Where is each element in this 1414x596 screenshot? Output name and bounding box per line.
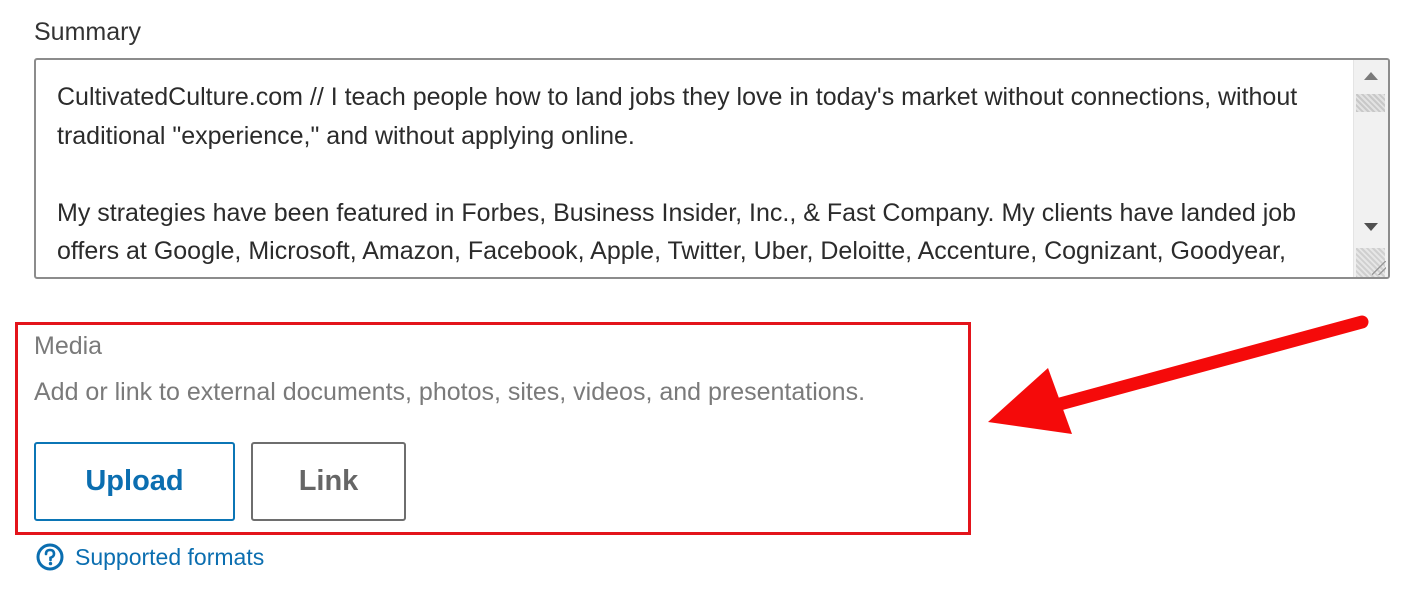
- summary-textarea[interactable]: CultivatedCulture.com // I teach people …: [34, 58, 1390, 279]
- media-label: Media: [34, 332, 103, 360]
- link-button[interactable]: Link: [251, 442, 406, 521]
- question-circle-icon: [36, 543, 64, 571]
- upload-button[interactable]: Upload: [34, 442, 235, 521]
- summary-label: Summary: [34, 18, 141, 46]
- scroll-down-arrow-icon[interactable]: [1364, 223, 1378, 231]
- resize-handle-icon[interactable]: [1372, 261, 1386, 275]
- media-description: Add or link to external documents, photo…: [34, 378, 866, 406]
- supported-formats-link[interactable]: Supported formats: [36, 540, 264, 574]
- summary-text[interactable]: CultivatedCulture.com // I teach people …: [57, 78, 1347, 277]
- red-arrow-icon: [988, 315, 1369, 434]
- scroll-up-arrow-icon[interactable]: [1364, 72, 1378, 80]
- scrollbar-thumb[interactable]: [1356, 94, 1385, 112]
- textarea-scrollbar[interactable]: [1353, 60, 1388, 277]
- supported-formats-label[interactable]: Supported formats: [75, 544, 264, 571]
